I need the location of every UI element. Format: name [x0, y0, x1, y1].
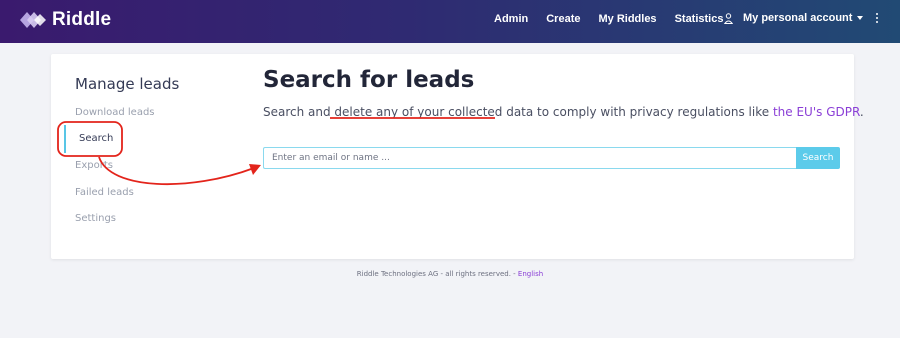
chevron-down-icon [857, 16, 864, 20]
nav-link-my-riddles[interactable]: My Riddles [598, 13, 656, 25]
main-nav: Admin Create My Riddles Statistics [494, 13, 741, 25]
brand-logo[interactable]: Riddle [18, 9, 111, 31]
top-navbar: Riddle Admin Create My Riddles Statistic… [0, 0, 900, 43]
nav-link-statistics[interactable]: Statistics [675, 13, 724, 25]
description-text: Search and delete any of your collected … [263, 105, 773, 119]
page-title: Search for leads [263, 67, 475, 93]
description-suffix: . [859, 105, 864, 119]
more-options-icon[interactable] [876, 13, 878, 23]
account-label: My personal account [743, 12, 853, 24]
sidebar-item-settings[interactable]: Settings [75, 213, 116, 224]
sidebar-item-search[interactable]: Search [64, 125, 113, 153]
user-icon [724, 12, 733, 24]
footer-copyright: Riddle Technologies AG - all rights rese… [356, 270, 518, 278]
lead-search-input[interactable] [263, 147, 796, 169]
footer: Riddle Technologies AG - all rights rese… [0, 270, 900, 278]
language-link[interactable]: English [518, 270, 543, 278]
search-button[interactable]: Search [796, 147, 840, 169]
sidebar-item-failed-leads[interactable]: Failed leads [75, 187, 134, 198]
sidebar-title: Manage leads [75, 75, 180, 93]
nav-link-admin[interactable]: Admin [494, 13, 528, 25]
brand-name: Riddle [52, 9, 112, 30]
riddle-logo-icon [20, 12, 46, 28]
sidebar-item-exports[interactable]: Exports [75, 160, 113, 171]
page-description: Search and delete any of your collected … [263, 105, 864, 119]
manage-leads-card: Manage leads Download leads Search Expor… [51, 54, 864, 259]
nav-link-create[interactable]: Create [546, 13, 580, 25]
sidebar-item-download-leads[interactable]: Download leads [75, 107, 155, 118]
gdpr-link[interactable]: the EU's GDPR [773, 105, 860, 119]
account-menu[interactable]: My personal account [724, 12, 864, 24]
